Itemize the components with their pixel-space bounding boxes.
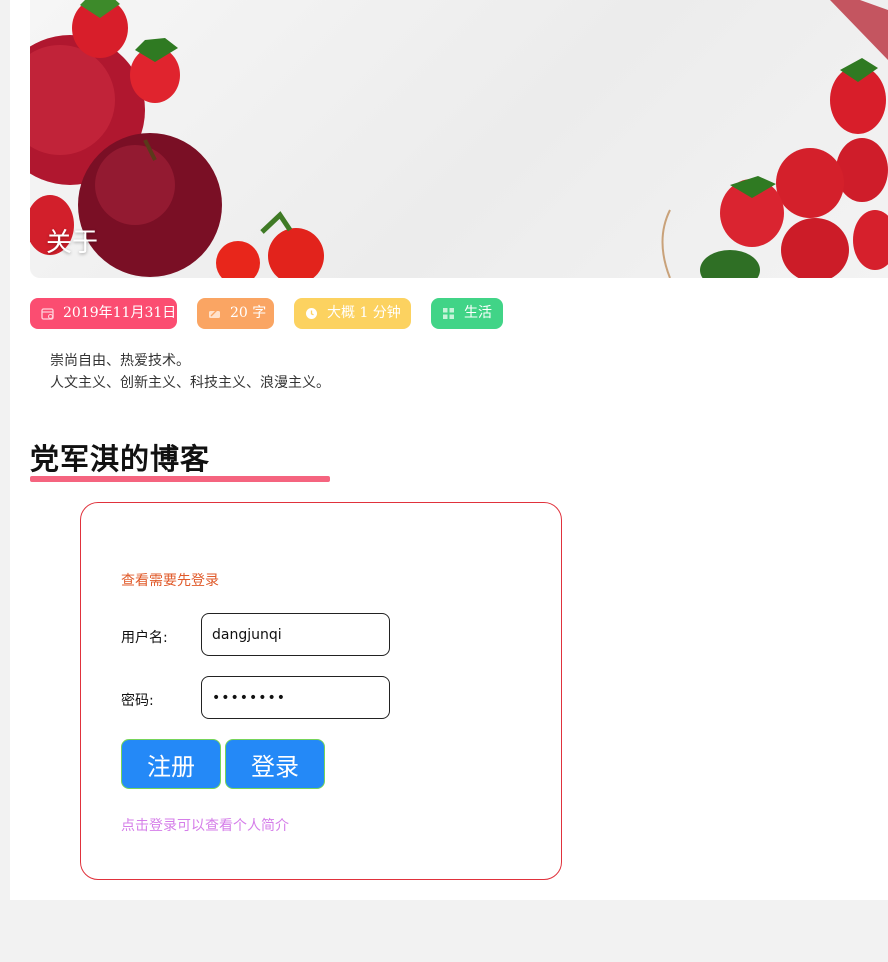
hero-title: 关于 xyxy=(46,228,99,258)
hero-banner: 关于 xyxy=(30,0,888,278)
date-badge: 2019年11月31日 xyxy=(30,298,177,329)
intro-line: 人文主义、创新主义、科技主义、浪漫主义。 xyxy=(50,375,330,391)
calendar-icon xyxy=(41,308,54,320)
intro-text: 崇尚自由、热爱技术。 人文主义、创新主义、科技主义、浪漫主义。 xyxy=(50,350,330,394)
profile-hint-link[interactable]: 点击登录可以查看个人简介 xyxy=(121,815,289,835)
page-container: 关于 2019年11月31日 20 字 大概 1 分钟 生活 崇尚自由、热爱技术… xyxy=(10,0,888,900)
fruit-background-image xyxy=(30,0,888,278)
title-underline xyxy=(30,476,330,482)
login-card: 查看需要先登录 用户名: 密码: 注册 登录 点击登录可以查看个人简介 xyxy=(80,502,562,880)
blog-title: 党军淇的博客 xyxy=(30,442,211,476)
username-label: 用户名: xyxy=(121,630,168,646)
category-text: 生活 xyxy=(464,305,492,321)
date-text: 2019年11月31日 xyxy=(63,305,177,321)
grid-icon xyxy=(443,308,454,319)
password-input[interactable] xyxy=(201,676,390,719)
read-time-text: 大概 1 分钟 xyxy=(327,305,401,321)
clock-icon xyxy=(306,308,317,319)
word-count-text: 20 字 xyxy=(230,305,267,321)
register-button[interactable]: 注册 xyxy=(121,739,221,789)
category-badge[interactable]: 生活 xyxy=(431,298,503,329)
password-label: 密码: xyxy=(121,693,154,709)
pencil-icon xyxy=(209,309,220,318)
username-input[interactable] xyxy=(201,613,390,656)
login-button[interactable]: 登录 xyxy=(225,739,325,789)
word-count-badge: 20 字 xyxy=(197,298,274,329)
intro-line: 崇尚自由、热爱技术。 xyxy=(50,353,190,369)
read-time-badge: 大概 1 分钟 xyxy=(294,298,411,329)
login-required-notice: 查看需要先登录 xyxy=(121,573,219,589)
